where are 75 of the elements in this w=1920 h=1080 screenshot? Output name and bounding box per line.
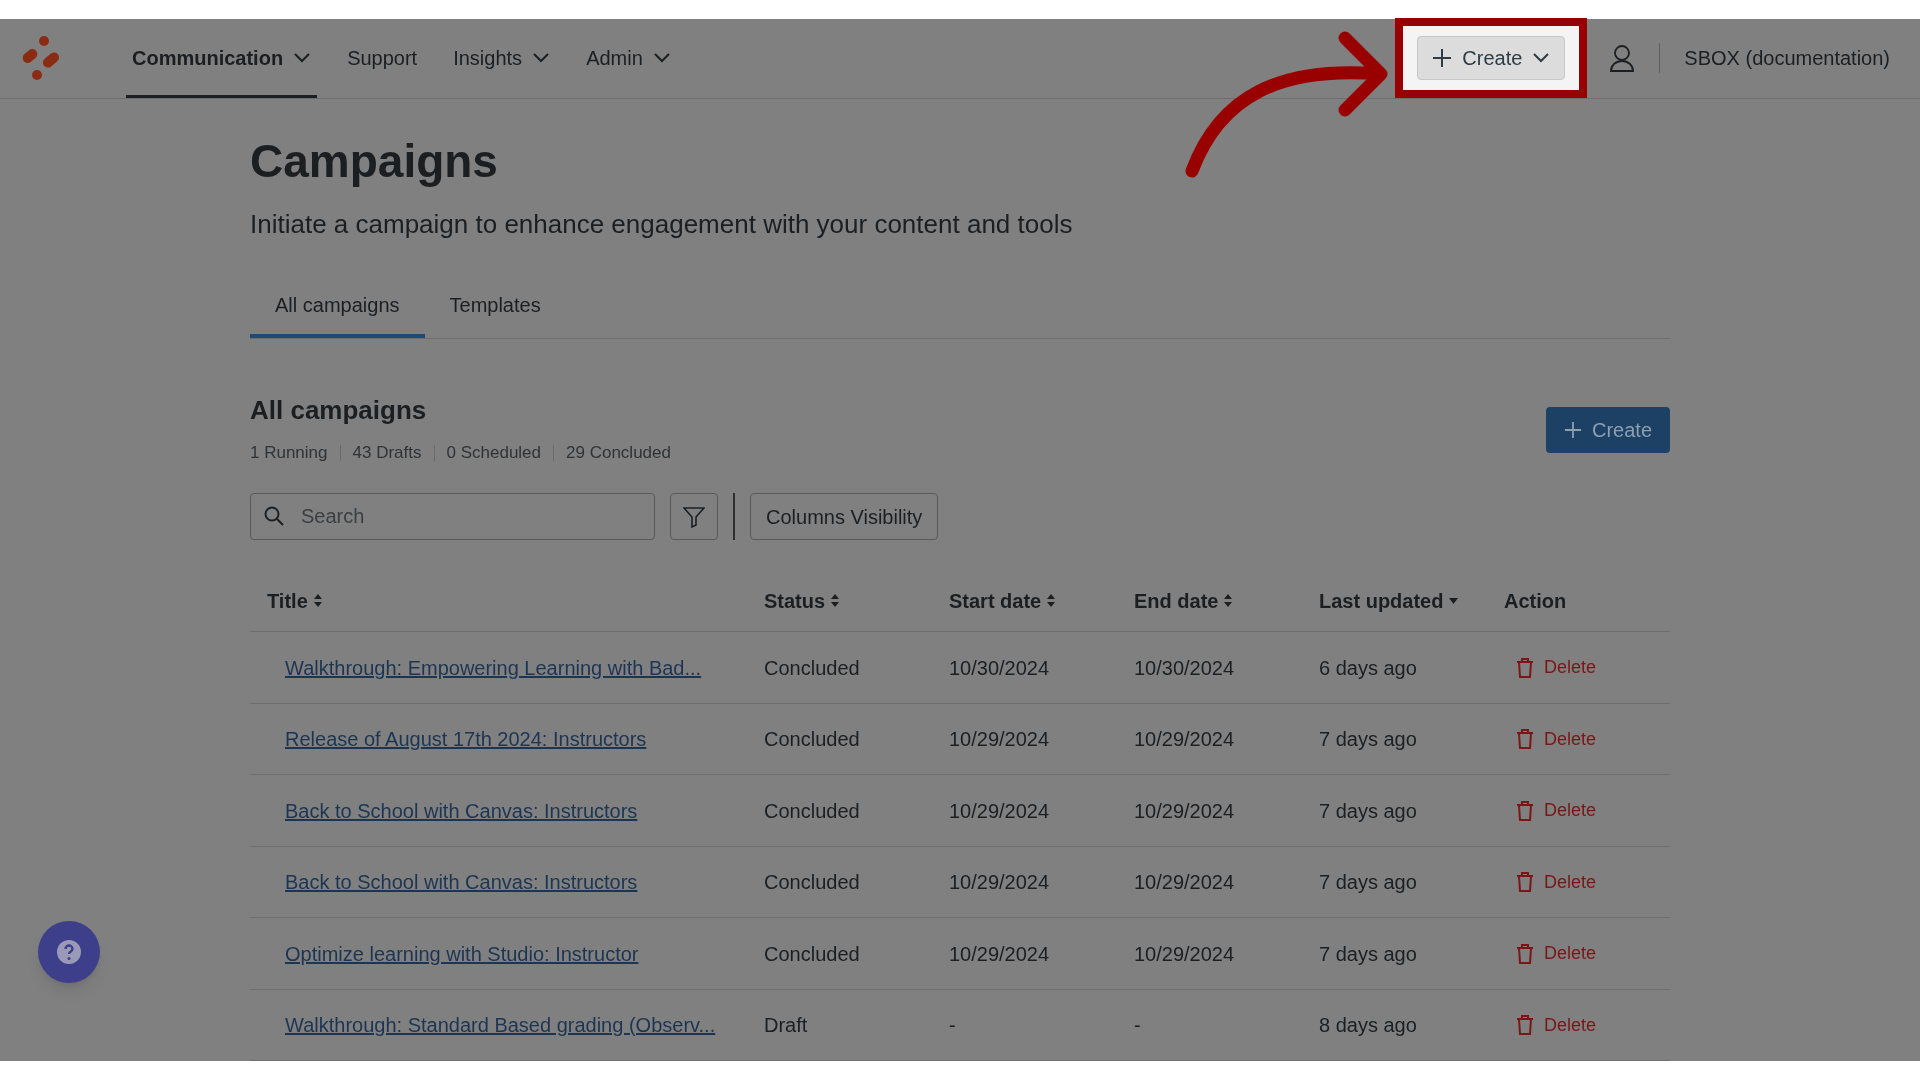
- delete-button[interactable]: Delete: [1516, 725, 1597, 753]
- column-header[interactable]: Action: [1504, 585, 1567, 616]
- updated-cell: 7 days ago: [1319, 799, 1417, 822]
- trash-icon: [1516, 729, 1534, 749]
- logo-icon[interactable]: [20, 35, 62, 82]
- account-name[interactable]: SBOX (documentation): [1684, 43, 1890, 74]
- delete-button[interactable]: Delete: [1516, 797, 1597, 824]
- trash-icon: [1516, 1015, 1534, 1035]
- create-menu-button[interactable]: Create: [1417, 36, 1566, 81]
- trash-icon: [1516, 800, 1534, 821]
- trash-icon: [1516, 657, 1534, 678]
- status-count: 29 Concluded: [566, 441, 671, 464]
- columns-visibility-button[interactable]: Columns Visibility: [750, 493, 939, 541]
- updated-cell: 7 days ago: [1319, 871, 1417, 893]
- status-cell: Concluded: [764, 799, 860, 822]
- updated-cell: 8 days ago: [1319, 1014, 1417, 1036]
- search-icon: [264, 506, 284, 527]
- nav-menu-item[interactable]: Support: [341, 21, 424, 98]
- date-cell: 10/30/2024: [1134, 656, 1235, 679]
- trash-icon: [1516, 872, 1534, 892]
- campaign-link[interactable]: Back to School with Canvas: Instructors: [285, 799, 638, 822]
- tab[interactable]: Templates: [424, 289, 566, 338]
- date-cell: 10/29/2024: [1134, 728, 1235, 750]
- column-header[interactable]: Last updated: [1319, 585, 1444, 616]
- page-subtitle: Initiate a campaign to enhance engagement with your content and tools: [250, 207, 1074, 241]
- question-icon: [56, 939, 82, 965]
- delete-button[interactable]: Delete: [1516, 940, 1597, 967]
- filter-icon: [683, 505, 705, 528]
- status-count: 0 Scheduled: [446, 441, 542, 464]
- status-cell: Concluded: [764, 871, 860, 893]
- status-cell: Concluded: [764, 656, 860, 679]
- column-header[interactable]: Title: [267, 585, 308, 616]
- campaign-link[interactable]: Walkthrough: Standard Based grading (Observ...: [285, 1014, 716, 1036]
- updated-cell: 7 days ago: [1319, 728, 1417, 750]
- delete-button[interactable]: Delete: [1516, 868, 1597, 896]
- updated-cell: 7 days ago: [1319, 942, 1417, 965]
- page-title: Campaigns: [250, 133, 499, 189]
- updated-cell: 6 days ago: [1319, 656, 1417, 679]
- date-cell: -: [949, 1014, 956, 1036]
- date-cell: 10/29/2024: [949, 871, 1050, 893]
- search-field[interactable]: Search: [250, 493, 655, 541]
- section-title: All campaigns: [250, 393, 428, 427]
- date-cell: 10/29/2024: [1134, 799, 1235, 822]
- trash-icon: [1516, 943, 1534, 964]
- filter-button[interactable]: [670, 493, 718, 541]
- column-header[interactable]: Start date: [949, 585, 1042, 616]
- campaign-link[interactable]: Release of August 17th 2024: Instructors: [285, 728, 647, 750]
- status-cell: Concluded: [764, 728, 860, 750]
- column-header[interactable]: Status: [764, 585, 826, 616]
- date-cell: 10/29/2024: [949, 799, 1050, 822]
- create-button[interactable]: Create: [1545, 406, 1670, 453]
- campaign-link[interactable]: Back to School with Canvas: Instructors: [285, 871, 638, 893]
- nav-menu-item[interactable]: Admin: [580, 21, 677, 98]
- date-cell: -: [1134, 1014, 1141, 1036]
- user-icon[interactable]: [1609, 44, 1636, 73]
- status-count: 1 Running: [250, 441, 328, 464]
- nav-menu-item[interactable]: Communication: [126, 21, 318, 98]
- status-count: 43 Drafts: [352, 441, 422, 464]
- tab[interactable]: All campaigns: [250, 289, 425, 338]
- status-cell: Concluded: [764, 942, 860, 965]
- nav-menu-item[interactable]: Insights: [447, 21, 557, 98]
- delete-button[interactable]: Delete: [1516, 654, 1597, 681]
- date-cell: 10/29/2024: [949, 942, 1050, 965]
- campaign-link[interactable]: Optimize learning with Studio: Instructor: [285, 942, 639, 965]
- date-cell: 10/29/2024: [1134, 942, 1235, 965]
- date-cell: 10/30/2024: [949, 656, 1050, 679]
- plus-icon: [1432, 48, 1453, 69]
- date-cell: 10/29/2024: [949, 728, 1050, 750]
- chevron-down-icon: [1532, 52, 1551, 65]
- plus-icon: [1563, 420, 1582, 439]
- date-cell: 10/29/2024: [1134, 871, 1235, 893]
- delete-button[interactable]: Delete: [1516, 1011, 1597, 1039]
- status-cell: Draft: [764, 1014, 808, 1036]
- column-header[interactable]: End date: [1134, 585, 1219, 616]
- campaign-link[interactable]: Walkthrough: Empowering Learning with Bad...: [285, 656, 702, 679]
